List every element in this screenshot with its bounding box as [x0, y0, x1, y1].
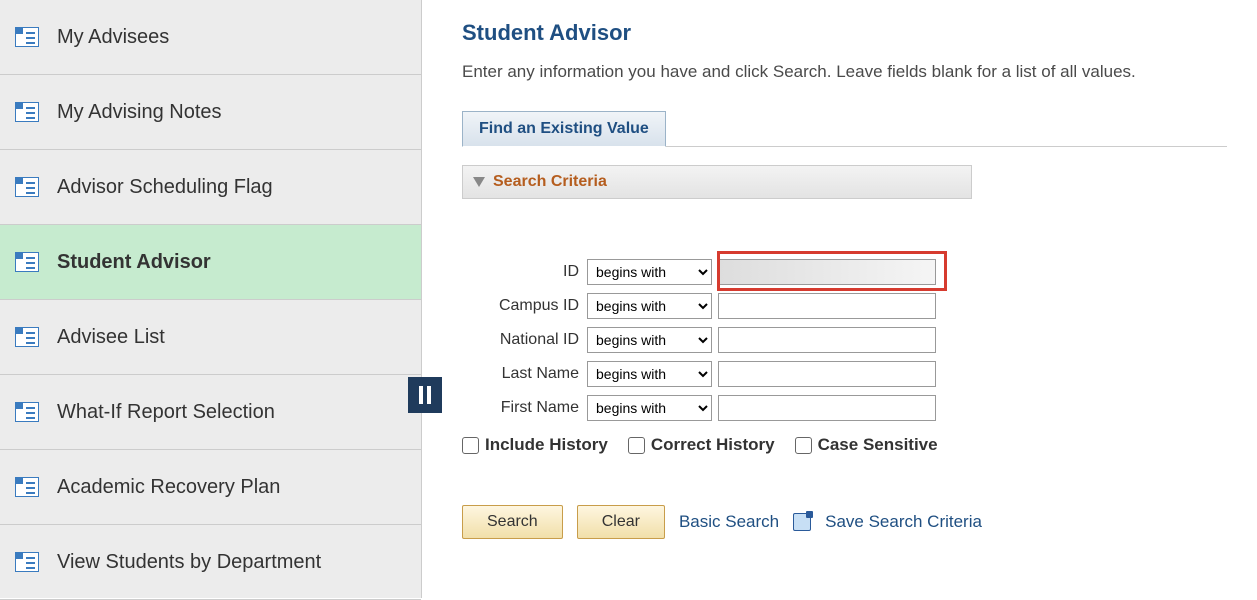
sidebar-item-my-advisees[interactable]: My Advisees	[0, 0, 421, 75]
actions-row: Search Clear Basic Search Save Search Cr…	[462, 505, 1227, 539]
checkbox-row: Include History Correct History Case Sen…	[462, 435, 1227, 455]
sidebar-item-my-advising-notes[interactable]: My Advising Notes	[0, 75, 421, 150]
collapse-triangle-icon	[473, 177, 485, 187]
sidebar-item-label: My Advisees	[57, 26, 169, 49]
save-search-icon[interactable]	[793, 513, 811, 531]
basic-search-link[interactable]: Basic Search	[679, 512, 779, 532]
document-icon	[15, 252, 39, 272]
app-root: My Advisees My Advising Notes Advisor Sc…	[0, 0, 1257, 598]
search-form: ID begins with Campus ID begins with Nat…	[462, 219, 1227, 539]
label-national-id: National ID	[462, 331, 587, 349]
sidebar-item-label: Advisor Scheduling Flag	[57, 176, 273, 199]
pause-bar-icon	[419, 386, 423, 404]
op-select-first-name[interactable]: begins with	[587, 395, 712, 421]
label-campus-id: Campus ID	[462, 297, 587, 315]
sidebar-item-view-students-dept[interactable]: View Students by Department	[0, 525, 421, 600]
check-include-history[interactable]: Include History	[462, 435, 608, 455]
input-campus-id[interactable]	[718, 293, 936, 319]
sidebar-item-advisor-scheduling-flag[interactable]: Advisor Scheduling Flag	[0, 150, 421, 225]
criteria-title: Search Criteria	[493, 173, 607, 191]
checkbox-icon[interactable]	[462, 437, 479, 454]
page-title: Student Advisor	[462, 20, 1227, 46]
input-first-name[interactable]	[718, 395, 936, 421]
input-id[interactable]	[718, 259, 936, 285]
label-last-name: Last Name	[462, 365, 587, 383]
sidebar-item-label: Student Advisor	[57, 251, 211, 274]
checkbox-icon[interactable]	[628, 437, 645, 454]
search-button[interactable]: Search	[462, 505, 563, 539]
input-last-name[interactable]	[718, 361, 936, 387]
page-instructions: Enter any information you have and click…	[462, 62, 1227, 82]
sidebar-item-student-advisor[interactable]: Student Advisor	[0, 225, 421, 300]
check-case-sensitive[interactable]: Case Sensitive	[795, 435, 938, 455]
label-first-name: First Name	[462, 399, 587, 417]
sidebar-item-advisee-list[interactable]: Advisee List	[0, 300, 421, 375]
sidebar-item-label: What-If Report Selection	[57, 401, 275, 424]
sidebar-item-label: My Advising Notes	[57, 101, 222, 124]
save-criteria-link[interactable]: Save Search Criteria	[825, 512, 982, 532]
sidebar-item-label: Advisee List	[57, 326, 165, 349]
document-icon	[15, 177, 39, 197]
op-select-last-name[interactable]: begins with	[587, 361, 712, 387]
document-icon	[15, 477, 39, 497]
clear-button[interactable]: Clear	[577, 505, 665, 539]
sidebar: My Advisees My Advising Notes Advisor Sc…	[0, 0, 422, 598]
sidebar-item-label: Academic Recovery Plan	[57, 476, 280, 499]
op-select-campus-id[interactable]: begins with	[587, 293, 712, 319]
document-icon	[15, 552, 39, 572]
main-content: Student Advisor Enter any information yo…	[422, 0, 1257, 598]
sidebar-item-what-if-report[interactable]: What-If Report Selection	[0, 375, 421, 450]
row-campus-id: Campus ID begins with	[462, 293, 1227, 319]
tab-find-existing[interactable]: Find an Existing Value	[462, 111, 666, 147]
tab-row: Find an Existing Value	[462, 110, 1227, 147]
op-select-id[interactable]: begins with	[587, 259, 712, 285]
criteria-header[interactable]: Search Criteria	[462, 165, 972, 199]
row-first-name: First Name begins with	[462, 395, 1227, 421]
document-icon	[15, 327, 39, 347]
checkbox-icon[interactable]	[795, 437, 812, 454]
check-label: Include History	[485, 435, 608, 455]
check-label: Case Sensitive	[818, 435, 938, 455]
check-correct-history[interactable]: Correct History	[628, 435, 775, 455]
sidebar-item-academic-recovery[interactable]: Academic Recovery Plan	[0, 450, 421, 525]
check-label: Correct History	[651, 435, 775, 455]
search-criteria-box: Search Criteria	[462, 165, 972, 199]
sidebar-item-label: View Students by Department	[57, 551, 321, 574]
document-icon	[15, 27, 39, 47]
document-icon	[15, 402, 39, 422]
sidebar-collapse-handle[interactable]	[408, 377, 442, 413]
op-select-national-id[interactable]: begins with	[587, 327, 712, 353]
pause-bar-icon	[427, 386, 431, 404]
label-id: ID	[462, 263, 587, 281]
document-icon	[15, 102, 39, 122]
row-last-name: Last Name begins with	[462, 361, 1227, 387]
row-national-id: National ID begins with	[462, 327, 1227, 353]
row-id: ID begins with	[462, 259, 1227, 285]
input-national-id[interactable]	[718, 327, 936, 353]
